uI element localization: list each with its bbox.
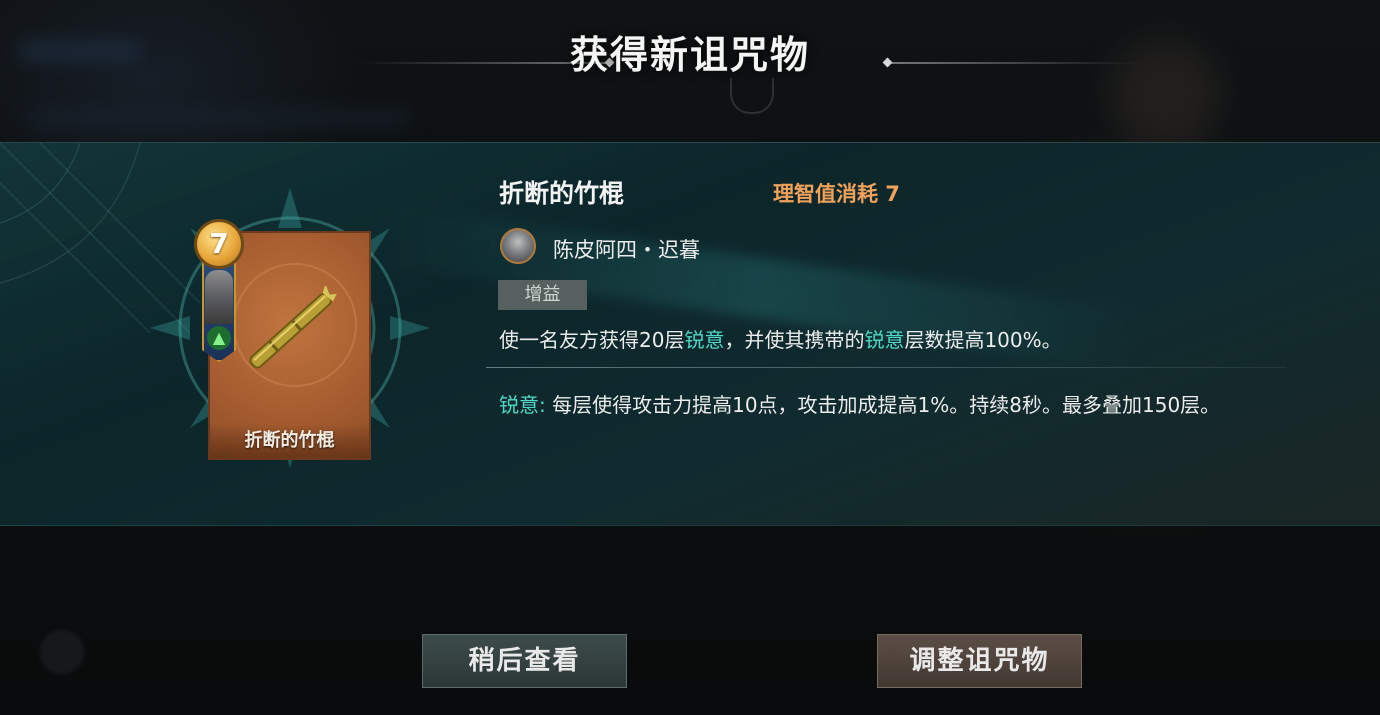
character-portrait xyxy=(205,270,233,324)
keyword-note: 锐意: 每层使得攻击力提高10点，攻击加成提高1%。持续8秒。最多叠加150层。 xyxy=(499,389,1220,418)
background-blur xyxy=(30,110,410,126)
effect-text: 使一名友方获得20层 xyxy=(499,328,685,352)
effect-description: 使一名友方获得20层锐意，并使其携带的锐意层数提高100%。 xyxy=(499,324,1062,353)
effect-text: 层数提高100%。 xyxy=(904,328,1062,352)
owner-name: 陈皮阿四・迟暮 xyxy=(553,238,700,262)
note-text: 每层使得攻击力提高10点，攻击加成提高1%。持续8秒。最多叠加150层。 xyxy=(545,393,1221,417)
background-icon xyxy=(40,630,84,674)
page-title: 获得新诅咒物 xyxy=(569,33,810,77)
bamboo-stick-icon xyxy=(249,286,337,369)
effect-keyword: 锐意 xyxy=(684,328,725,352)
adjust-curse-button[interactable]: 调整诅咒物 xyxy=(877,634,1082,688)
level-badge: 7 xyxy=(194,219,244,269)
header: 获得新诅咒物 xyxy=(0,18,1380,114)
effect-text: ，并使其携带的 xyxy=(724,328,865,352)
view-later-button[interactable]: 稍后查看 xyxy=(422,634,627,688)
effect-keyword: 锐意 xyxy=(864,328,905,352)
divider xyxy=(486,367,1286,368)
card-name: 折断的竹棍 xyxy=(244,430,335,451)
upgrade-arrow-icon: ▲ xyxy=(207,326,231,350)
item-title: 折断的竹棍 xyxy=(499,179,625,208)
note-keyword: 锐意: xyxy=(499,393,546,417)
title-ornament xyxy=(730,78,774,114)
sanity-cost: 理智值消耗 7 xyxy=(773,182,900,206)
title-divider-right xyxy=(890,62,1140,64)
buff-tag: 增益 xyxy=(498,280,587,310)
owner-avatar xyxy=(500,228,536,264)
